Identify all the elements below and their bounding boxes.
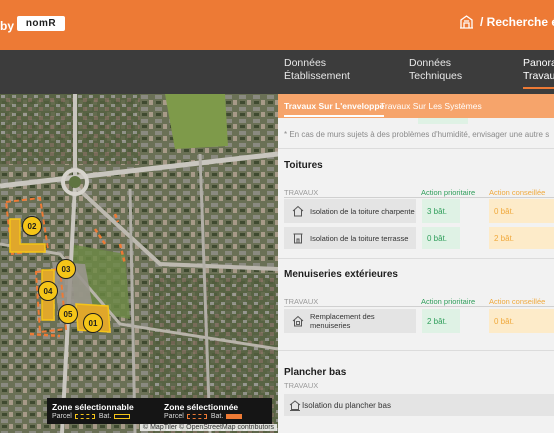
- cell-advised: 0 bât.: [489, 199, 554, 223]
- cell-advised: 2 bât.: [489, 227, 554, 249]
- header-underline: [284, 197, 554, 198]
- flat-roof-building-icon: [293, 233, 303, 244]
- legend-parcel-label: Parcel: [164, 413, 184, 420]
- row-label-text: Isolation de la toiture terrasse: [310, 233, 409, 243]
- window-house-icon: [292, 315, 304, 327]
- marker-04[interactable]: 04: [38, 281, 58, 301]
- section-title-plancher: Plancher bas: [284, 367, 347, 378]
- section-title-menuiseries: Menuiseries extérieures: [284, 269, 398, 280]
- satellite-map[interactable]: 01 02 03 04 05: [0, 94, 278, 433]
- section-divider: [278, 148, 554, 149]
- col-advised: Action conseillée: [489, 188, 546, 197]
- col-advised: Action conseillée: [489, 297, 546, 306]
- row-label-text: Remplacement des menuiseries: [310, 312, 375, 330]
- row-toiture-charpente[interactable]: Isolation de la toiture charpente: [284, 199, 416, 223]
- legend-bat-label: Bat.: [98, 413, 112, 420]
- map-legend: Zone sélectionnable Zone sélectionnée Pa…: [47, 398, 272, 424]
- cell-priority: 0 bât.: [422, 227, 460, 249]
- legend-bat-label: Bat.: [210, 413, 224, 420]
- main-nav: Données Établissement Données Techniques…: [0, 50, 554, 94]
- map-attribution[interactable]: © MapTiler © OpenStreetMap contributors: [140, 424, 278, 431]
- col-priority: Action prioritaire: [421, 188, 476, 197]
- solid-orange-swatch: [226, 413, 243, 419]
- previous-cell-fragment: [418, 118, 468, 124]
- map-imagery: [0, 94, 278, 433]
- col-priority: Action prioritaire: [421, 297, 476, 306]
- row-plancher-bas[interactable]: Isolation du plancher bas: [284, 394, 554, 416]
- section-divider: [278, 350, 554, 351]
- row-label-text: Isolation de la toiture charpente: [310, 206, 415, 216]
- building-icon[interactable]: [459, 15, 474, 29]
- legend-selected-row: Parcel Bat.: [164, 413, 243, 420]
- row-menuiseries[interactable]: Remplacement des menuiseries: [284, 309, 416, 333]
- row-toiture-terrasse[interactable]: Isolation de la toiture terrasse: [284, 227, 416, 249]
- dashed-yellow-swatch: [74, 413, 95, 419]
- legend-selectable-row: Parcel Bat.: [52, 413, 131, 420]
- solid-yellow-swatch: [114, 413, 131, 419]
- works-panel: Travaux Sur L'enveloppe Travaux Sur Les …: [278, 94, 554, 433]
- roof-house-icon: [292, 205, 304, 217]
- marker-01[interactable]: 01: [83, 313, 103, 333]
- marker-02[interactable]: 02: [22, 216, 42, 236]
- works-subtabs: Travaux Sur L'enveloppe Travaux Sur Les …: [278, 94, 554, 118]
- tab-travaux-enveloppe[interactable]: Travaux Sur L'enveloppe: [284, 101, 385, 117]
- dashed-orange-swatch: [186, 413, 207, 419]
- header-underline: [284, 306, 554, 307]
- nav-donnees-etablissement[interactable]: Données Établissement: [284, 57, 350, 83]
- header-title: / Recherche éta: [459, 15, 554, 29]
- humidity-note: * En cas de murs sujets à des problèmes …: [284, 130, 550, 139]
- cell-advised: 0 bât.: [489, 309, 554, 333]
- brand-prefix: by: [0, 19, 15, 33]
- col-travaux: TRAVAUX: [284, 381, 319, 390]
- nav-donnees-techniques[interactable]: Données Techniques: [409, 57, 462, 83]
- tab-travaux-systemes[interactable]: Travaux Sur Les Systèmes: [380, 101, 482, 111]
- col-travaux: TRAVAUX: [284, 188, 319, 197]
- legend-selected-title: Zone sélectionnée: [164, 402, 239, 412]
- section-divider: [278, 258, 554, 259]
- cell-priority: 3 bât.: [422, 199, 460, 223]
- legend-parcel-label: Parcel: [52, 413, 72, 420]
- marker-03[interactable]: 03: [56, 259, 76, 279]
- row-label-text: Isolation du plancher bas: [302, 400, 391, 410]
- marker-05[interactable]: 05: [58, 304, 78, 324]
- legend-selectable-title: Zone sélectionnable: [52, 402, 134, 412]
- top-header: by nomR / Recherche éta: [0, 0, 554, 50]
- section-title-toitures: Toitures: [284, 160, 323, 171]
- nav-panorama-travaux[interactable]: Panorama Travaux: [523, 57, 554, 89]
- cell-priority: 2 bât.: [422, 309, 460, 333]
- floor-house-icon: [289, 400, 301, 411]
- col-travaux: TRAVAUX: [284, 297, 319, 306]
- search-title-text: / Recherche éta: [480, 15, 554, 29]
- nomr-logo[interactable]: nomR: [17, 16, 65, 31]
